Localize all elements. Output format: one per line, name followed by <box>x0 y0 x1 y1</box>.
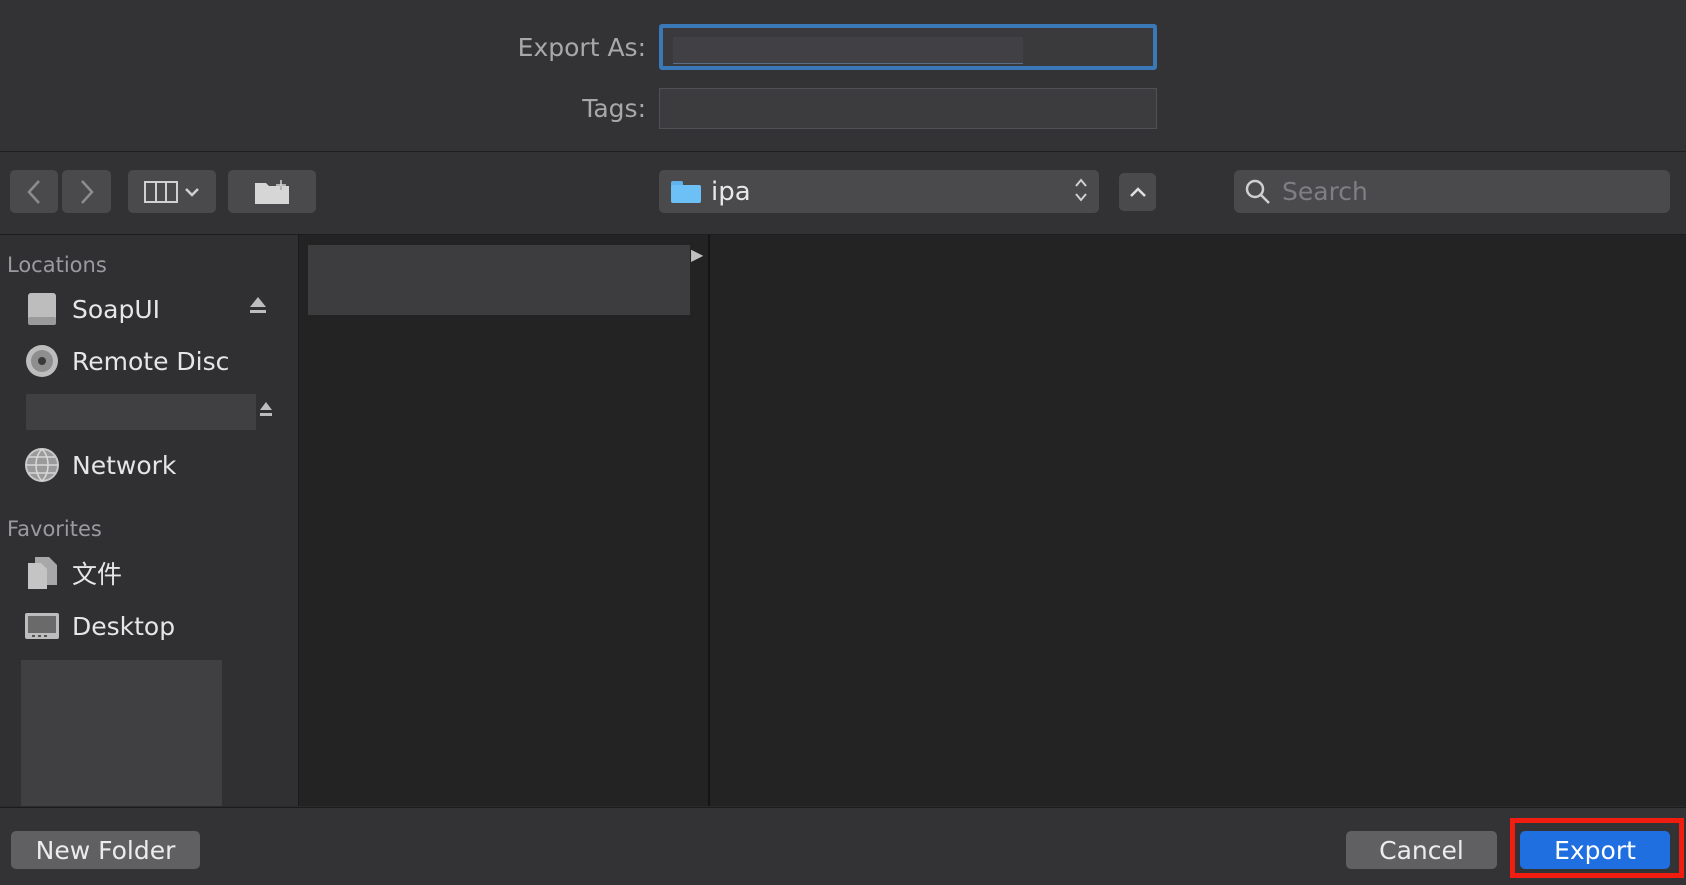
highlight-annotation <box>1510 818 1684 878</box>
sidebar-item-remote-disc[interactable]: Remote Disc <box>22 339 282 383</box>
eject-icon[interactable] <box>258 400 274 420</box>
disk-icon <box>22 289 62 329</box>
favorites-heading: Favorites <box>7 517 102 541</box>
sidebar-item-label: 文件 <box>72 560 123 589</box>
search-icon <box>1245 179 1270 204</box>
browser-toolbar: ipa <box>0 152 1686 235</box>
location-popup[interactable]: ipa <box>659 170 1099 213</box>
list-item[interactable] <box>308 245 690 315</box>
sidebar-item-label: Desktop <box>72 611 176 641</box>
sidebar: Locations SoapUI Remote Disc Network Fav… <box>0 235 299 806</box>
sidebar-item-label: SoapUI <box>72 294 161 324</box>
location-popup-label: ipa <box>711 176 751 207</box>
desktop-icon <box>22 606 62 646</box>
disc-icon <box>22 341 62 381</box>
dialog-footer: New Folder Cancel Export <box>0 807 1686 885</box>
export-as-redacted-value <box>673 37 1023 64</box>
export-as-field[interactable] <box>659 24 1157 70</box>
sidebar-item-documents[interactable]: 文件 <box>22 551 282 595</box>
globe-icon <box>22 445 62 485</box>
view-mode-button[interactable] <box>128 170 216 213</box>
search-input[interactable] <box>1280 176 1644 207</box>
sidebar-item-label: Remote Disc <box>72 346 230 376</box>
folder-icon <box>671 180 701 203</box>
sidebar-item-redacted[interactable] <box>22 392 282 436</box>
export-as-label: Export As: <box>517 33 646 62</box>
chevron-left-icon <box>27 179 40 204</box>
locations-heading: Locations <box>7 253 107 277</box>
cancel-button[interactable]: Cancel <box>1346 831 1497 869</box>
eject-icon[interactable] <box>248 295 268 317</box>
folder-plus-icon <box>255 179 289 204</box>
back-button[interactable] <box>10 170 58 213</box>
sidebar-item-desktop[interactable]: Desktop <box>22 604 282 648</box>
redacted-label <box>26 394 256 430</box>
forward-button[interactable] <box>62 170 111 213</box>
sidebar-item-soapui[interactable]: SoapUI <box>22 287 282 331</box>
sidebar-item-network[interactable]: Network <box>22 443 282 487</box>
search-field[interactable] <box>1234 170 1670 213</box>
disclosure-triangle-icon: ▶ <box>691 245 704 264</box>
up-down-chevrons-icon <box>1073 176 1089 207</box>
toolbar-new-folder-button[interactable] <box>228 170 316 213</box>
chevron-right-icon <box>80 179 94 204</box>
columns-view-icon <box>144 180 178 203</box>
collapse-button[interactable] <box>1119 173 1156 211</box>
tags-label: Tags: <box>582 94 646 123</box>
column-browser: ▶ <box>299 235 1686 806</box>
new-folder-button[interactable]: New Folder <box>11 831 200 869</box>
save-options-pane: Export As: Tags: <box>0 0 1686 152</box>
documents-icon <box>22 553 62 593</box>
chevron-up-icon <box>1129 187 1146 197</box>
browser-column: ▶ <box>299 235 710 806</box>
redacted-sidebar-items <box>21 660 222 806</box>
chevron-down-icon <box>185 187 199 197</box>
sidebar-item-label: Network <box>72 450 177 480</box>
tags-field[interactable] <box>659 88 1157 129</box>
